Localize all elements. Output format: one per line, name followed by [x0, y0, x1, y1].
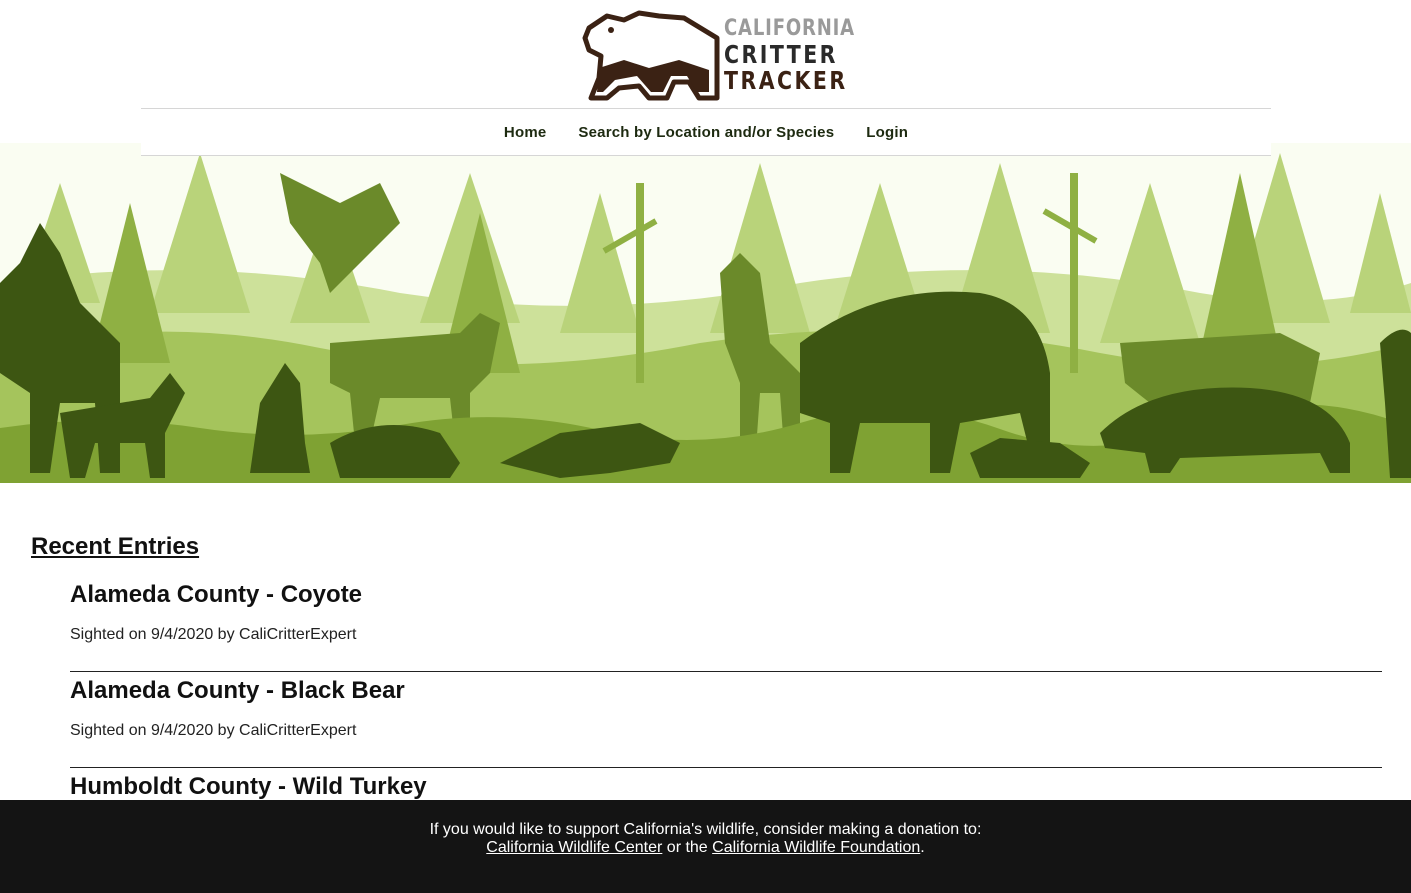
footer-donation-text: If you would like to support California'…	[429, 821, 982, 838]
california-wildlife-center-link[interactable]: California Wildlife Center	[486, 839, 662, 856]
list-item[interactable]: Alameda County - Coyote Sighted on 9/4/2…	[70, 576, 1382, 672]
site-logo[interactable]: CALIFORNIA CRITTER TRACKER	[579, 8, 854, 104]
entry-title[interactable]: Alameda County - Coyote	[70, 581, 362, 609]
main-content: Recent Entries Alameda County - Coyote S…	[0, 483, 1411, 800]
brand-line-3: TRACKER	[724, 66, 848, 95]
entry-meta: Sighted on 9/4/2020 by CaliCritterExpert	[70, 722, 357, 739]
footer-connector-text: or the	[662, 839, 713, 856]
site-header: CALIFORNIA CRITTER TRACKER Home Search b…	[0, 0, 1411, 156]
list-item[interactable]: Alameda County - Black Bear Sighted on 9…	[70, 672, 1382, 768]
main-nav: Home Search by Location and/or Species L…	[141, 108, 1271, 156]
site-footer: If you would like to support California'…	[0, 800, 1411, 893]
brand-line-2: CRITTER	[724, 40, 838, 69]
wildlife-forest-silhouette-icon	[0, 153, 1411, 483]
entry-meta: Sighted on 9/4/2020 by CaliCritterExpert	[70, 626, 357, 643]
entry-title[interactable]: Humboldt County - Wild Turkey	[70, 773, 427, 801]
brand-line-1: CALIFORNIA	[724, 16, 855, 41]
recent-entries-heading: Recent Entries	[31, 533, 200, 560]
nav-login-link[interactable]: Login	[866, 124, 908, 141]
footer-period: .	[920, 839, 925, 856]
nav-search-link[interactable]: Search by Location and/or Species	[578, 124, 834, 141]
entry-title[interactable]: Alameda County - Black Bear	[70, 677, 405, 705]
hero-banner	[0, 143, 1411, 483]
bear-logo-icon	[582, 10, 720, 101]
california-wildlife-foundation-link[interactable]: California Wildlife Foundation	[712, 839, 920, 856]
nav-home-link[interactable]: Home	[504, 124, 546, 141]
footer-links: California Wildlife Center or the Califo…	[0, 839, 1411, 857]
